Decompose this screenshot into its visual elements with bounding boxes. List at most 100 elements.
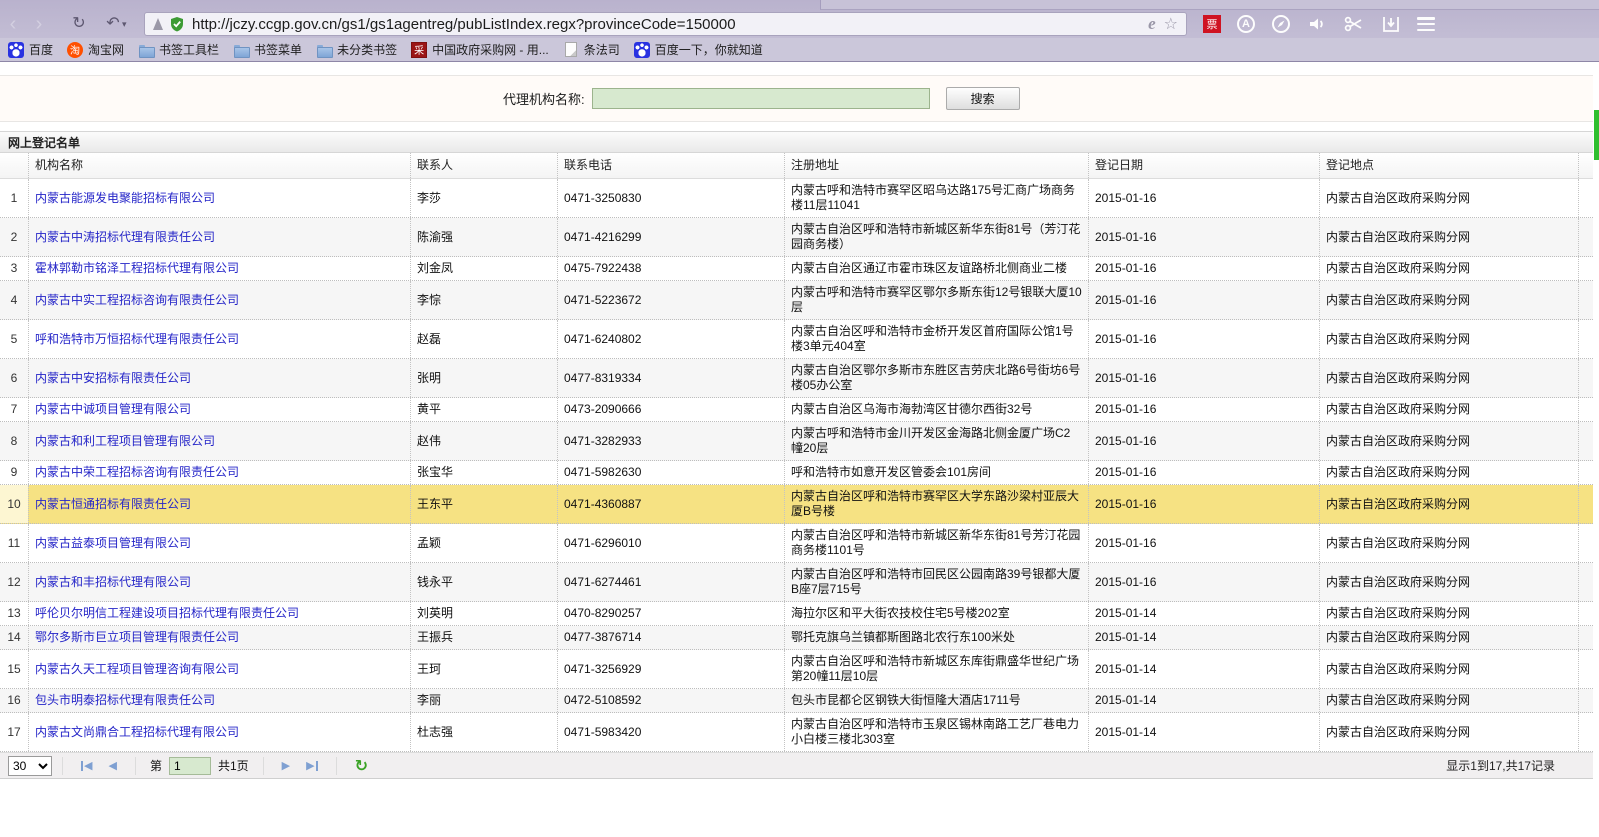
table-row: 1 内蒙古能源发电聚能招标有限公司 李莎 0471-3250830 内蒙古呼和浩… [0,179,1593,218]
search-button[interactable]: 搜索 [946,87,1020,110]
spacer-cell [1578,218,1593,256]
first-page-button[interactable]: ◀ [73,759,100,772]
date-cell: 2015-01-16 [1088,422,1319,460]
row-number-cell: 6 [0,359,28,397]
agency-name-link[interactable]: 内蒙古能源发电聚能招标有限公司 [35,191,215,206]
spacer-cell [1578,179,1593,217]
row-number-cell: 3 [0,257,28,280]
column-header[interactable]: 登记日期 [1088,153,1319,178]
contact-cell: 张宝华 [410,461,557,484]
table-row: 11 内蒙古益泰项目管理有限公司 孟颖 0471-6296010 内蒙古自治区呼… [0,524,1593,563]
location-cell: 内蒙古自治区政府采购分网 [1319,461,1578,484]
table-row: 5 呼和浩特市万恒招标代理有限责任公司 赵磊 0471-6240802 内蒙古自… [0,320,1593,359]
location-cell: 内蒙古自治区政府采购分网 [1319,563,1578,601]
spacer-cell [1578,689,1593,712]
bookmark-item[interactable]: 未分类书签 [316,41,397,58]
contact-cell: 王珂 [410,650,557,688]
bookmark-star-icon[interactable]: ☆ [1164,14,1178,34]
agency-name-link[interactable]: 内蒙古恒通招标有限责任公司 [35,497,191,512]
agency-name-link[interactable]: 呼伦贝尔明信工程建设项目招标代理有限责任公司 [35,606,299,621]
prev-page-button[interactable]: ◀ [100,759,124,772]
column-header[interactable]: 联系电话 [557,153,784,178]
url-text[interactable]: http://jczy.ccgp.gov.cn/gs1/gs1agentreg/… [192,16,1140,33]
row-number-cell: 16 [0,689,28,712]
column-header[interactable]: 联系人 [410,153,557,178]
contact-cell: 孟颖 [410,524,557,562]
reader-mode-icon[interactable]: A [1237,15,1255,33]
page-size-select[interactable]: 30 [8,756,52,776]
ccgp-icon [411,42,427,58]
agency-name-link[interactable]: 内蒙古中诚项目管理有限公司 [35,402,191,417]
secure-shield-icon[interactable] [169,16,185,32]
scissors-icon[interactable] [1343,14,1365,34]
contact-cell: 李莎 [410,179,557,217]
address-cell: 呼和浩特市如意开发区管委会101房间 [784,461,1088,484]
url-bar[interactable]: http://jczy.ccgp.gov.cn/gs1/gs1agentreg/… [144,12,1187,36]
bookmark-item[interactable]: 淘宝网 [67,41,124,58]
agency-name-link[interactable]: 内蒙古久天工程项目管理咨询有限公司 [35,662,239,677]
agency-name-link[interactable]: 鄂尔多斯市巨立项目管理有限责任公司 [35,630,239,645]
row-number-cell: 11 [0,524,28,562]
last-page-button[interactable]: ▶ [298,759,325,772]
address-cell: 海拉尔区和平大街农技校住宅5号楼202室 [784,602,1088,625]
contact-cell: 杜志强 [410,713,557,751]
browser-window: ‹ › ↻ ↶ ▾ http://jczy.ccgp.gov.cn/gs1/gs… [0,0,1599,837]
agency-name-link[interactable]: 内蒙古中实工程招标咨询有限责任公司 [35,293,239,308]
bookmark-item[interactable]: 中国政府采购网 - 用... [411,41,549,58]
current-page-input[interactable] [169,757,211,775]
agency-name-link[interactable]: 内蒙古和利工程项目管理有限公司 [35,434,215,449]
refresh-icon[interactable]: ↻ [66,14,92,34]
bookmark-item[interactable]: 百度一下，你就知道 [634,41,763,58]
ie-compat-icon[interactable]: e [1148,14,1156,34]
spacer-cell [1578,524,1593,562]
agency-name-link[interactable]: 内蒙古益泰项目管理有限公司 [35,536,191,551]
scrollbar-thumb[interactable] [1594,110,1599,160]
forward-button[interactable]: › [26,14,52,34]
phone-cell: 0470-8290257 [557,602,784,625]
agency-name-link[interactable]: 呼和浩特市万恒招标代理有限责任公司 [35,332,239,347]
bookmark-item[interactable]: 百度 [8,41,53,58]
row-number-cell: 9 [0,461,28,484]
date-cell: 2015-01-14 [1088,689,1319,712]
page-scrollbar[interactable] [1593,62,1599,837]
ticket-extension-icon[interactable]: 票 [1203,15,1221,33]
contact-cell: 钱永平 [410,563,557,601]
table-row: 14 鄂尔多斯市巨立项目管理有限责任公司 王振兵 0477-3876714 鄂托… [0,626,1593,650]
next-page-button[interactable]: ▶ [274,759,298,772]
speaker-icon[interactable] [1307,14,1327,34]
back-button[interactable]: ‹ [0,14,26,34]
phone-cell: 0471-5983420 [557,713,784,751]
download-icon[interactable] [1381,14,1401,34]
table-row: 7 内蒙古中诚项目管理有限公司 黄平 0473-2090666 内蒙古自治区乌海… [0,398,1593,422]
spacer-cell [1578,602,1593,625]
agency-name-link[interactable]: 霍林郭勒市铭泽工程招标代理有限公司 [35,261,239,276]
bookmark-item[interactable]: 书签菜单 [233,41,302,58]
agency-name-link[interactable]: 内蒙古和丰招标代理有限公司 [35,575,191,590]
agency-name-input[interactable] [592,88,930,109]
undo-dropdown-caret[interactable]: ▾ [122,19,132,30]
column-header[interactable]: 注册地址 [784,153,1088,178]
menu-icon[interactable] [1417,17,1435,31]
phone-cell: 0471-3282933 [557,422,784,460]
column-header[interactable]: 机构名称 [28,153,410,178]
row-number-cell: 15 [0,650,28,688]
date-cell: 2015-01-14 [1088,602,1319,625]
spacer-cell [1578,359,1593,397]
pager-refresh-icon[interactable]: ↻ [355,756,368,776]
phone-cell: 0477-3876714 [557,626,784,649]
spacer-cell [1578,320,1593,358]
agency-name-link[interactable]: 内蒙古中安招标有限责任公司 [35,371,191,386]
compass-icon[interactable] [1271,14,1291,34]
agency-name-link[interactable]: 内蒙古中涛招标代理有限责任公司 [35,230,215,245]
row-number-cell: 14 [0,626,28,649]
agency-name-link[interactable]: 内蒙古文尚鼎合工程招标代理有限公司 [35,725,239,740]
total-pages-label: 共1页 [218,757,249,774]
bookmark-item[interactable]: 条法司 [563,41,620,58]
agency-name-link[interactable]: 内蒙古中荣工程招标咨询有限责任公司 [35,465,239,480]
row-number-cell: 2 [0,218,28,256]
bookmark-item[interactable]: 书签工具栏 [138,41,219,58]
site-identity-icon[interactable] [153,18,163,30]
agency-name-link[interactable]: 包头市明泰招标代理有限责任公司 [35,693,215,708]
column-header[interactable]: 登记地点 [1319,153,1578,178]
phone-cell: 0471-6240802 [557,320,784,358]
